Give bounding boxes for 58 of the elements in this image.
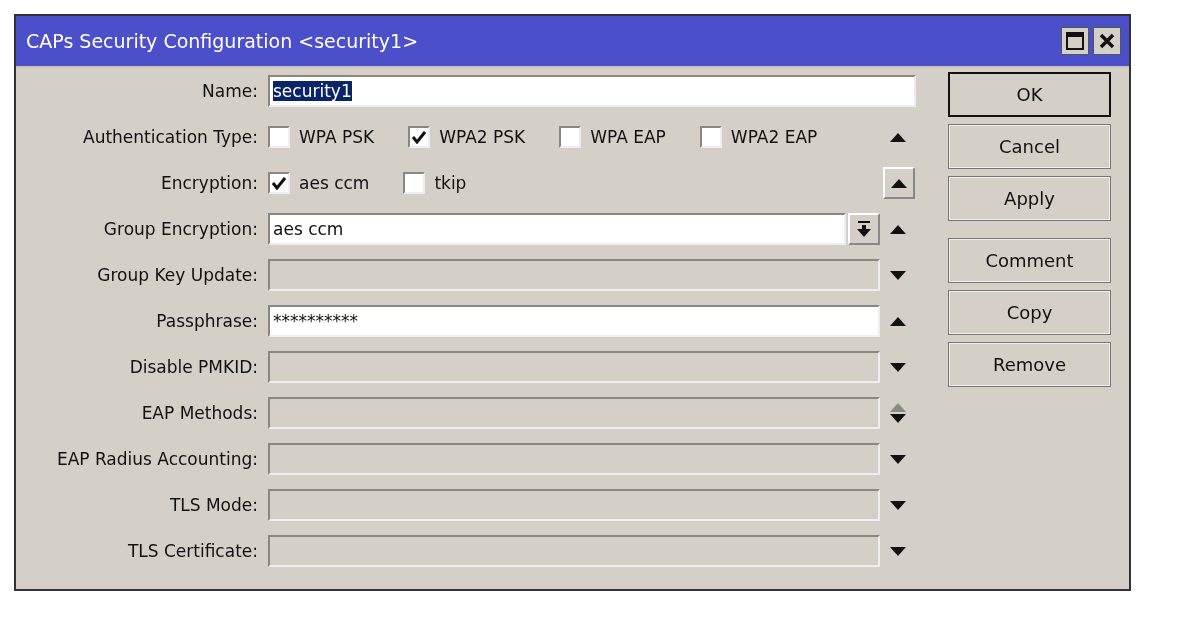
field-label: Authentication Type: (82, 127, 258, 147)
up-triangle-icon[interactable] (890, 132, 906, 142)
down-triangle-icon[interactable] (890, 546, 906, 556)
up-down-triangle-icon[interactable] (890, 403, 906, 423)
input-field[interactable]: ********** (268, 305, 880, 337)
field-label: Group Key Update: (96, 265, 258, 285)
checkbox-label: WPA2 EAP (730, 127, 818, 147)
dialog-button[interactable]: Copy (948, 290, 1111, 335)
checkbox[interactable] (559, 126, 582, 148)
field-label: TLS Certificate: (126, 541, 258, 561)
input-field[interactable]: aes ccm (268, 213, 846, 245)
checkbox[interactable] (403, 172, 426, 194)
check-icon (272, 176, 286, 190)
dropdown-button[interactable] (848, 213, 880, 245)
input-field[interactable] (268, 397, 880, 429)
down-triangle-icon[interactable] (890, 270, 906, 280)
checkbox-label: WPA EAP (590, 127, 666, 147)
dialog-button[interactable]: OK (948, 72, 1111, 117)
checkbox[interactable] (268, 172, 290, 194)
dialog-button[interactable]: Apply (948, 176, 1111, 221)
field-label: Encryption: (160, 173, 258, 193)
checkbox-label: WPA PSK (299, 127, 375, 147)
input-field[interactable] (268, 535, 880, 567)
dialog-button[interactable]: Remove (948, 342, 1111, 387)
input-field[interactable] (268, 443, 880, 475)
down-triangle-icon[interactable] (890, 362, 906, 372)
dialog-button[interactable]: Cancel (948, 124, 1111, 169)
up-triangle-icon (891, 178, 907, 188)
maximize-button[interactable] (1061, 27, 1089, 55)
field-label: EAP Methods: (140, 403, 258, 423)
maximize-icon (1066, 32, 1084, 50)
close-icon (1099, 33, 1115, 49)
checkbox[interactable] (408, 126, 431, 148)
down-triangle-icon[interactable] (890, 500, 906, 510)
dialog-button[interactable]: Comment (948, 238, 1111, 283)
field-label: Group Encryption: (102, 219, 258, 239)
close-button[interactable] (1093, 27, 1121, 55)
check-icon (412, 130, 427, 144)
input-field[interactable]: security1 (268, 75, 916, 107)
up-triangle-icon[interactable] (890, 316, 906, 326)
window-title: CAPs Security Configuration <security1> (26, 30, 420, 52)
field-label: EAP Radius Accounting: (55, 449, 258, 469)
input-field[interactable] (268, 351, 880, 383)
checkbox[interactable] (268, 126, 290, 148)
field-label: TLS Mode: (168, 495, 258, 515)
up-triangle-icon[interactable] (890, 224, 906, 234)
arrow-button[interactable] (883, 167, 915, 199)
input-field[interactable] (268, 489, 880, 521)
field-label: Disable PMKID: (128, 357, 258, 377)
checkbox[interactable] (699, 126, 722, 148)
field-label: Passphrase: (155, 311, 258, 331)
checkbox-label: WPA2 PSK (439, 127, 526, 147)
field-label: Name: (201, 81, 258, 101)
checkbox-label: tkip (434, 173, 467, 193)
down-triangle-icon[interactable] (890, 454, 906, 464)
checkbox-label: aes ccm (299, 173, 370, 193)
down-arrow-with-bar-icon (857, 221, 871, 237)
input-field[interactable] (268, 259, 880, 291)
